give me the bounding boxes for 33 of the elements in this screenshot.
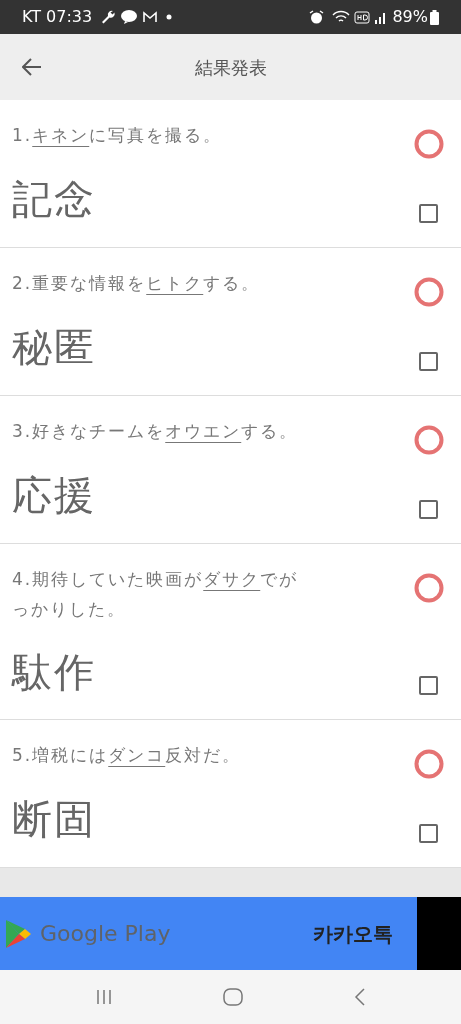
chat-icon [120, 9, 139, 25]
checkbox[interactable] [419, 204, 438, 223]
back-icon[interactable] [353, 988, 366, 1006]
answer-text: 駄作 [12, 651, 96, 692]
alarm-icon [309, 9, 325, 25]
answer-text: 応援 [12, 474, 96, 515]
wifi-icon [332, 10, 351, 24]
recent-apps-icon[interactable] [95, 989, 114, 1005]
play-logo-icon [5, 918, 32, 949]
checkbox[interactable] [419, 824, 438, 843]
question-text: 4.期待していた映画が ダサク でがっかりした。 [12, 568, 300, 621]
battery-icon [430, 9, 439, 25]
answer-text: 記念 [12, 178, 96, 219]
answer-text: 秘匿 [12, 326, 96, 367]
question-text: 5.増税には ダンコ 反対だ。 [12, 744, 243, 767]
checkbox[interactable] [419, 500, 438, 519]
page-title: 結果発表 [193, 55, 268, 80]
battery-text: 89% [392, 6, 428, 28]
checkbox[interactable] [419, 352, 438, 371]
question-text: 1.キネン に写真を撮る。 [12, 124, 224, 147]
question-text: 3.好きなチームを オウエンする。 [12, 420, 300, 443]
ad-banner[interactable]: Google Play 카카오톡 [0, 897, 461, 970]
home-icon[interactable] [223, 988, 244, 1006]
wrench-icon [100, 9, 117, 25]
checkbox[interactable] [419, 676, 438, 695]
dot-icon [166, 14, 173, 20]
hd-icon [354, 10, 371, 24]
store-name: Google Play [40, 920, 171, 948]
status-text: KT 07:33 [22, 6, 93, 28]
app-name: 카카오톡 [313, 920, 393, 948]
answer-text: 断固 [12, 798, 96, 839]
mail-icon [142, 10, 159, 24]
question-text: 2.重要な情報を ヒトク する。 [12, 272, 262, 295]
